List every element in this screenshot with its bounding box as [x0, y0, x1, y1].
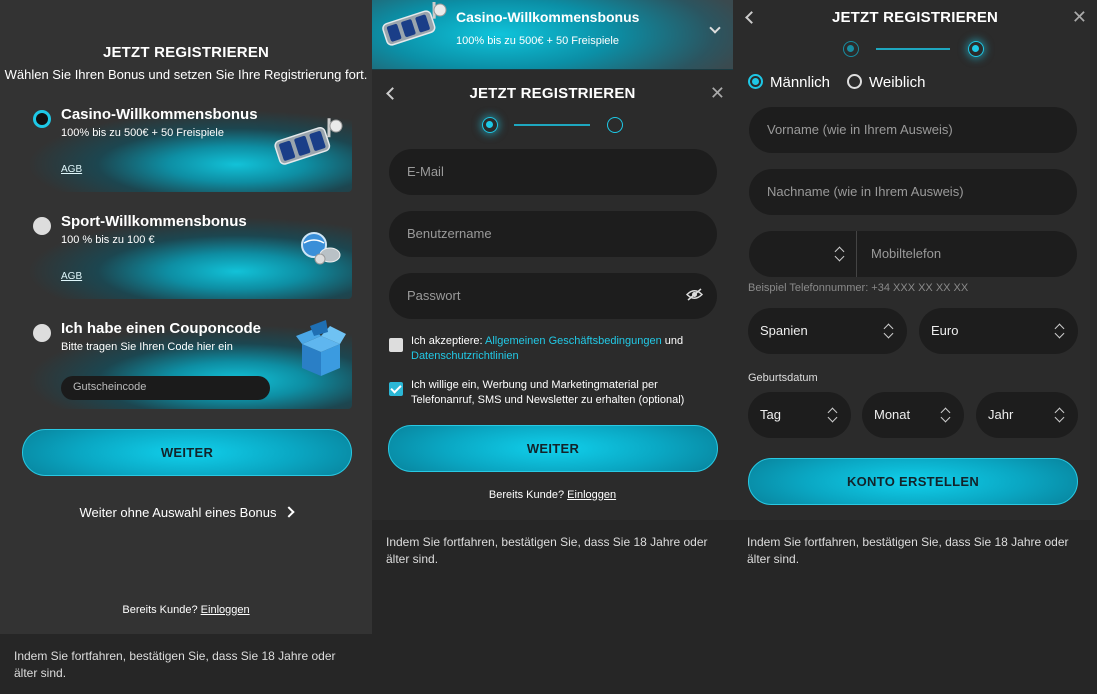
- sport-balls-icon: [301, 232, 341, 265]
- birth-day-value: Tag: [760, 407, 781, 422]
- step-2-dot: [968, 41, 984, 57]
- sport-bonus-option[interactable]: Sport-Willkommensbonus 100 % bis zu 100 …: [22, 207, 352, 299]
- female-radio[interactable]: [847, 74, 862, 89]
- terms-link[interactable]: Allgemeinen Geschäftsbedingungen: [485, 335, 662, 347]
- phone-hint: Beispiel Telefonnummer: +34 XXX XX XX XX: [748, 282, 969, 294]
- male-label: Männlich: [770, 74, 831, 91]
- coupon-title: Ich habe einen Couponcode: [61, 320, 262, 337]
- step-indicator: [843, 41, 984, 59]
- login-prompt-text: Bereits Kunde?: [122, 604, 198, 616]
- selected-bonus-banner[interactable]: Casino-Willkommensbonus 100% bis zu 500€…: [372, 0, 733, 70]
- gender-female-option[interactable]: Weiblich: [847, 74, 925, 91]
- banner-title: Casino-Willkommensbonus: [456, 9, 640, 25]
- marketing-text: Ich willige ein, Werbung und Marketingma…: [411, 379, 685, 406]
- firstname-field[interactable]: Vorname (wie in Ihrem Ausweis): [749, 107, 1077, 153]
- country-select[interactable]: Spanien: [748, 308, 907, 354]
- casino-bonus-radio[interactable]: [33, 110, 51, 128]
- currency-value: Euro: [931, 323, 959, 338]
- updown-icon: [1054, 323, 1064, 339]
- login-prompt: Bereits Kunde? Einloggen: [0, 604, 372, 616]
- age-disclaimer: Indem Sie fortfahren, bestätigen Sie, da…: [733, 520, 1097, 694]
- sport-bonus-radio[interactable]: [33, 217, 51, 235]
- country-value: Spanien: [760, 323, 808, 338]
- birth-month-value: Monat: [874, 407, 911, 422]
- login-link[interactable]: Einloggen: [567, 489, 616, 501]
- updown-icon: [827, 407, 837, 423]
- updown-icon: [883, 323, 893, 339]
- skip-bonus-link[interactable]: Weiter ohne Auswahl eines Bonus: [0, 505, 372, 520]
- registration-step1-panel: Casino-Willkommensbonus 100% bis zu 500€…: [372, 0, 733, 694]
- registration-step2-panel: JETZT REGISTRIEREN ✕ Männlich Weiblich V…: [733, 0, 1097, 694]
- coupon-code-input[interactable]: Gutscheincode: [61, 376, 270, 400]
- casino-bonus-desc: 100% bis zu 500€ + 50 Freispiele: [61, 127, 224, 139]
- lastname-field[interactable]: Nachname (wie in Ihrem Ausweis): [749, 169, 1077, 215]
- username-field[interactable]: Benutzername: [389, 211, 717, 257]
- login-prompt-text: Bereits Kunde?: [488, 489, 565, 501]
- next-button[interactable]: WEITER: [388, 425, 718, 472]
- page-title: JETZT REGISTRIEREN: [102, 44, 270, 61]
- marketing-row: Ich willige ein, Werbung und Marketingma…: [389, 378, 719, 410]
- step-1-dot: [843, 41, 859, 57]
- coupon-radio[interactable]: [33, 324, 51, 342]
- terms-row: Ich akzeptiere: Allgemeinen Geschäftsbed…: [389, 334, 719, 366]
- page-title: JETZT REGISTRIEREN: [469, 85, 636, 102]
- banner-desc: 100% bis zu 500€ + 50 Freispiele: [456, 35, 619, 47]
- login-link[interactable]: Einloggen: [201, 604, 250, 616]
- casino-bonus-option[interactable]: Casino-Willkommensbonus 100% bis zu 500€…: [22, 100, 352, 192]
- currency-select[interactable]: Euro: [919, 308, 1078, 354]
- close-icon[interactable]: ✕: [710, 84, 725, 102]
- page-title: JETZT REGISTRIEREN: [831, 9, 999, 26]
- email-field[interactable]: E-Mail: [389, 149, 717, 195]
- slot-reels-icon: [382, 2, 447, 46]
- password-placeholder: Passwort: [407, 288, 461, 303]
- age-disclaimer: Indem Sie fortfahren, bestätigen Sie, da…: [0, 634, 372, 694]
- slot-reels-icon: [274, 118, 343, 165]
- phone-placeholder: Mobiltelefon: [871, 246, 942, 261]
- terms-prefix: Ich akzeptiere:: [411, 335, 485, 347]
- sport-agb-link[interactable]: AGB: [61, 271, 82, 282]
- updown-icon: [834, 246, 844, 262]
- birth-year-value: Jahr: [988, 407, 1014, 422]
- skip-bonus-label: Weiter ohne Auswahl eines Bonus: [79, 505, 277, 520]
- step-2-dot: [607, 117, 623, 133]
- birth-year-select[interactable]: Jahr: [976, 392, 1078, 438]
- page-subtitle: Wählen Sie Ihren Bonus und setzen Sie Ih…: [4, 67, 368, 82]
- female-label: Weiblich: [869, 74, 926, 91]
- eye-off-icon[interactable]: [686, 288, 703, 301]
- sport-bonus-desc: 100 % bis zu 100 €: [61, 234, 155, 246]
- close-icon[interactable]: ✕: [1072, 8, 1087, 26]
- updown-icon: [940, 407, 950, 423]
- age-disclaimer: Indem Sie fortfahren, bestätigen Sie, da…: [372, 520, 733, 694]
- casino-bonus-title: Casino-Willkommensbonus: [61, 106, 258, 123]
- password-field[interactable]: Passwort: [389, 273, 717, 319]
- login-prompt: Bereits Kunde? Einloggen: [372, 489, 733, 501]
- terms-checkbox[interactable]: [389, 338, 403, 352]
- bonus-selection-panel: JETZT REGISTRIEREN Wählen Sie Ihren Bonu…: [0, 0, 372, 694]
- updown-icon: [1054, 407, 1064, 423]
- phone-field[interactable]: Mobiltelefon: [749, 231, 1077, 277]
- birthdate-label: Geburtsdatum: [748, 372, 818, 384]
- casino-agb-link[interactable]: AGB: [61, 164, 82, 175]
- step-indicator: [482, 117, 623, 135]
- birth-day-select[interactable]: Tag: [748, 392, 851, 438]
- terms-and: und: [661, 335, 684, 347]
- chevron-down-icon[interactable]: [709, 22, 721, 34]
- sport-bonus-title: Sport-Willkommensbonus: [61, 213, 247, 230]
- gift-box-icon: [296, 320, 346, 376]
- create-account-button[interactable]: KONTO ERSTELLEN: [748, 458, 1078, 505]
- step-1-dot: [482, 117, 498, 133]
- male-radio[interactable]: [748, 74, 763, 89]
- privacy-link[interactable]: Datenschutzrichtlinien: [411, 350, 519, 362]
- chevron-right-icon: [282, 506, 295, 518]
- marketing-checkbox[interactable]: [389, 382, 403, 396]
- gender-male-option[interactable]: Männlich: [748, 74, 830, 91]
- next-button[interactable]: WEITER: [22, 429, 352, 476]
- coupon-option[interactable]: Ich habe einen Couponcode Bitte tragen S…: [22, 314, 352, 409]
- phone-prefix-select[interactable]: [749, 231, 857, 277]
- coupon-desc: Bitte tragen Sie Ihren Code hier ein: [61, 341, 233, 353]
- birth-month-select[interactable]: Monat: [862, 392, 964, 438]
